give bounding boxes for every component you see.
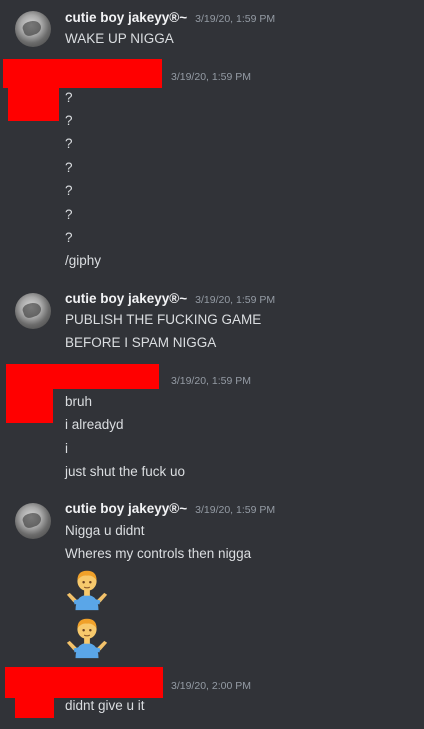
redaction-block	[6, 384, 53, 423]
message-text: bruh	[65, 394, 93, 409]
username[interactable]: cutie boy jakeyy®~	[65, 10, 187, 25]
chat-message-list: cutie boy jakeyy®~ 3/19/20, 1:59 PM WAKE…	[0, 0, 424, 729]
username[interactable]: cutie boy jakeyy®~	[65, 501, 187, 516]
shrugging-man-emoji	[66, 618, 108, 659]
message-text: didnt give u it	[65, 698, 145, 713]
timestamp[interactable]: 3/19/20, 1:59 PM	[171, 375, 251, 387]
message-text: ?	[65, 230, 73, 245]
message-text: ?	[65, 90, 73, 105]
message-text: /giphy	[65, 253, 102, 268]
message-text: WAKE UP NIGGA	[65, 31, 174, 46]
message-text: Nigga u didnt	[65, 523, 145, 538]
avatar[interactable]	[15, 293, 51, 329]
message-text: BEFORE I SPAM NIGGA	[65, 335, 217, 350]
avatar[interactable]	[15, 11, 51, 47]
message-text: Wheres my controls then nigga	[65, 546, 252, 561]
username[interactable]: cutie boy jakeyy®~	[65, 291, 187, 306]
message-header: cutie boy jakeyy®~ 3/19/20, 1:59 PM	[65, 501, 275, 521]
message-text: PUBLISH THE FUCKING GAME	[65, 312, 262, 327]
message-text: just shut the fuck uo	[65, 464, 186, 479]
message-text: ?	[65, 113, 73, 128]
timestamp[interactable]: 3/19/20, 1:59 PM	[171, 71, 251, 83]
message-header: cutie boy jakeyy®~ 3/19/20, 1:59 PM	[65, 291, 275, 311]
message-text: ?	[65, 207, 73, 222]
timestamp[interactable]: 3/19/20, 1:59 PM	[195, 294, 275, 306]
message-text: ?	[65, 160, 73, 175]
avatar[interactable]	[15, 503, 51, 539]
redaction-block	[15, 694, 54, 718]
shrugging-man-emoji	[66, 570, 108, 611]
message-header: cutie boy jakeyy®~ 3/19/20, 1:59 PM	[65, 10, 275, 30]
redaction-block	[8, 84, 59, 121]
timestamp[interactable]: 3/19/20, 1:59 PM	[195, 13, 275, 25]
message-text: i alreadyd	[65, 417, 124, 432]
message-text: ?	[65, 136, 73, 151]
message-text: ?	[65, 183, 73, 198]
timestamp[interactable]: 3/19/20, 1:59 PM	[195, 504, 275, 516]
timestamp[interactable]: 3/19/20, 2:00 PM	[171, 680, 251, 692]
message-text: i	[65, 441, 68, 456]
